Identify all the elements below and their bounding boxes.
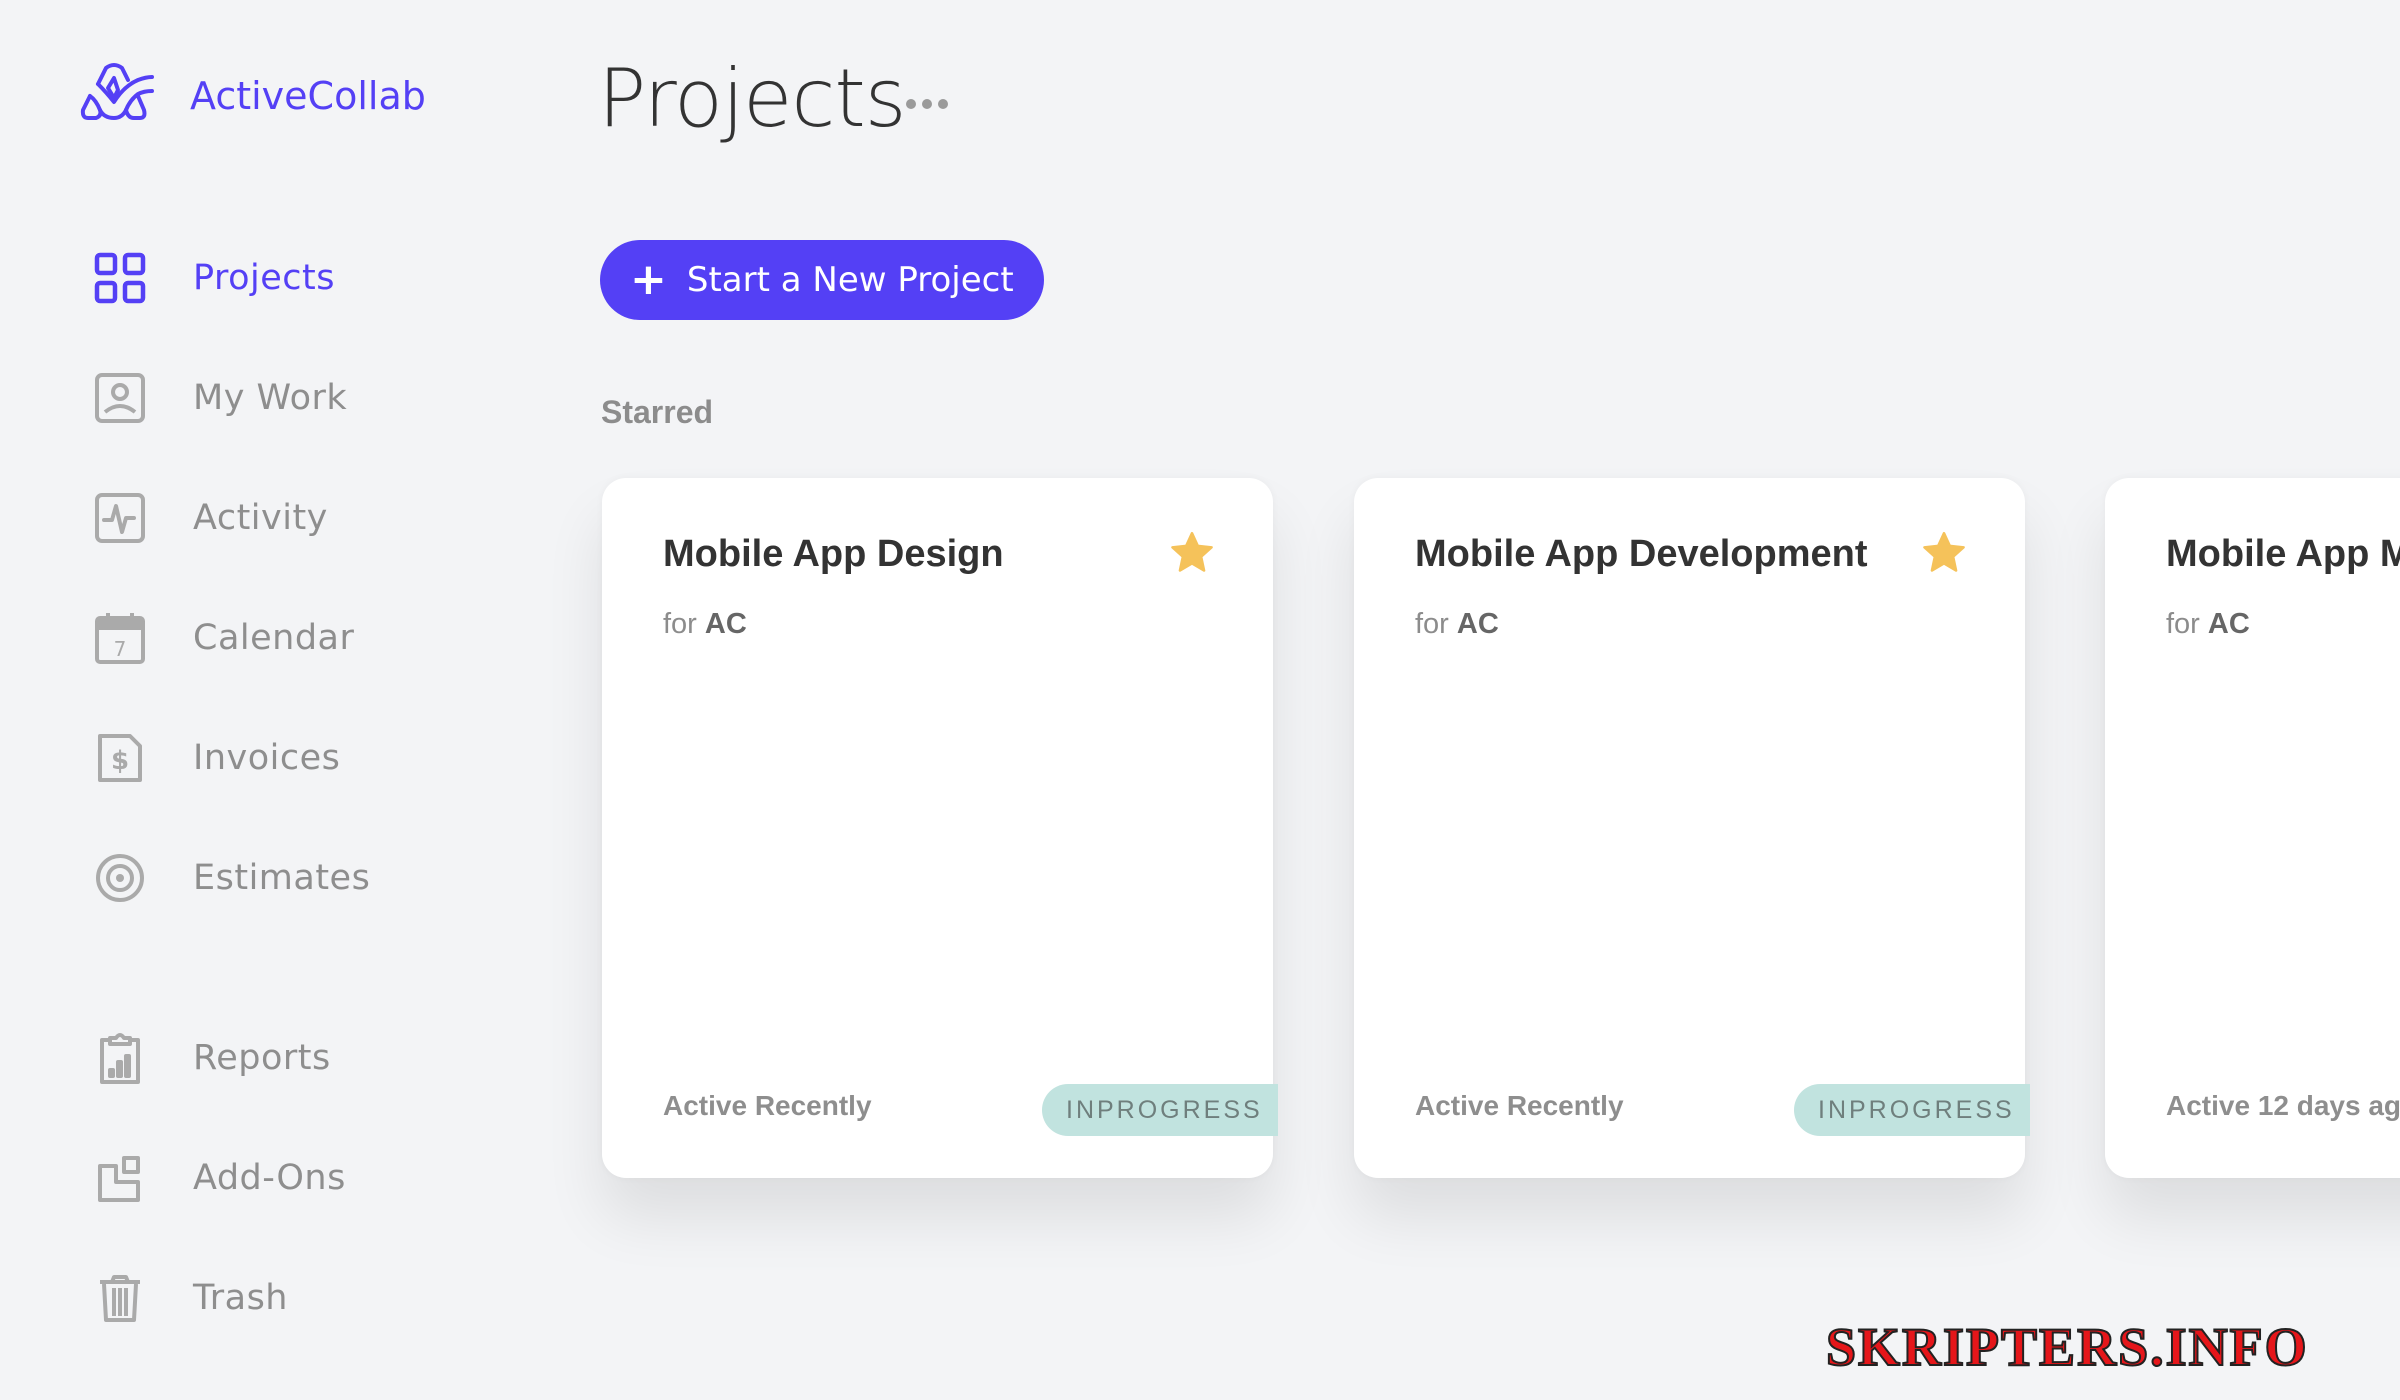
sidebar: Projects My Work Activity 7 Calendar $ I… [0, 0, 560, 1400]
status-badge: INPROGRESS [1042, 1084, 1278, 1136]
client-prefix: for [663, 608, 697, 640]
page-title: Projects [598, 52, 906, 145]
status-badge: INPROGRESS [1794, 1084, 2030, 1136]
project-activity: Active 12 days ag [2166, 1090, 2400, 1121]
sidebar-item-label: Trash [193, 1278, 288, 1318]
project-client: for AC [2166, 608, 2250, 641]
more-dot [938, 99, 948, 109]
project-client: for AC [1415, 608, 1499, 641]
sidebar-item-projects[interactable]: Projects [92, 248, 335, 308]
more-horizontal-icon [906, 99, 916, 109]
trash-icon [92, 1270, 148, 1326]
client-name: AC [704, 608, 747, 640]
sidebar-item-label: Add-Ons [193, 1158, 346, 1198]
target-icon [92, 850, 148, 906]
sidebar-item-estimates[interactable]: Estimates [92, 848, 370, 908]
sidebar-item-reports[interactable]: Reports [92, 1028, 331, 1088]
sidebar-item-label: Activity [193, 498, 328, 538]
project-title[interactable]: Mobile App Design [663, 533, 1004, 576]
sidebar-item-label: Projects [193, 258, 335, 298]
plus-icon: + [630, 254, 667, 305]
clipboard-chart-icon [92, 1030, 148, 1086]
sidebar-item-my-work[interactable]: My Work [92, 368, 347, 428]
sidebar-item-trash[interactable]: Trash [92, 1268, 288, 1328]
calendar-icon: 7 [92, 610, 148, 666]
invoice-dollar-icon: $ [92, 730, 148, 786]
svg-text:7: 7 [114, 637, 127, 661]
client-name: AC [2207, 608, 2250, 640]
sidebar-item-label: Reports [193, 1038, 331, 1078]
project-card[interactable]: Mobile App Development for AC Active Rec… [1354, 478, 2030, 1178]
client-name: AC [1456, 608, 1499, 640]
watermark: SKRIPTERS.INFO [1825, 1316, 2309, 1378]
sidebar-item-label: Invoices [193, 738, 341, 778]
starred-section-label: Starred [601, 394, 714, 430]
sidebar-item-activity[interactable]: Activity [92, 488, 328, 548]
client-prefix: for [2166, 608, 2200, 640]
more-options-button[interactable] [906, 92, 952, 116]
project-card[interactable]: Mobile App M for AC Active 12 days ag [2105, 478, 2400, 1178]
project-client: for AC [663, 608, 747, 641]
sidebar-item-calendar[interactable]: 7 Calendar [92, 608, 354, 668]
project-activity: Active Recently [1415, 1090, 1624, 1121]
activity-pulse-icon [92, 490, 148, 546]
user-badge-icon [92, 370, 148, 426]
more-dot [922, 99, 932, 109]
star-icon[interactable] [1919, 528, 1969, 578]
sidebar-item-label: My Work [193, 378, 348, 418]
sidebar-item-add-ons[interactable]: Add-Ons [92, 1148, 346, 1208]
project-title[interactable]: Mobile App M [2166, 533, 2400, 576]
client-prefix: for [1415, 608, 1449, 640]
project-title[interactable]: Mobile App Development [1415, 533, 1868, 576]
start-new-project-button[interactable]: + Start a New Project [600, 240, 1044, 320]
sidebar-item-label: Estimates [193, 858, 371, 898]
svg-text:$: $ [111, 746, 129, 776]
project-activity: Active Recently [663, 1090, 872, 1121]
grid-icon [92, 250, 148, 306]
sidebar-item-invoices[interactable]: $ Invoices [92, 728, 340, 788]
start-new-project-label: Start a New Project [686, 260, 1014, 300]
star-icon[interactable] [1167, 528, 1217, 578]
sidebar-item-label: Calendar [193, 618, 355, 658]
project-card[interactable]: Mobile App Design for AC Active Recently… [602, 478, 1278, 1178]
add-ons-icon [92, 1150, 148, 1206]
